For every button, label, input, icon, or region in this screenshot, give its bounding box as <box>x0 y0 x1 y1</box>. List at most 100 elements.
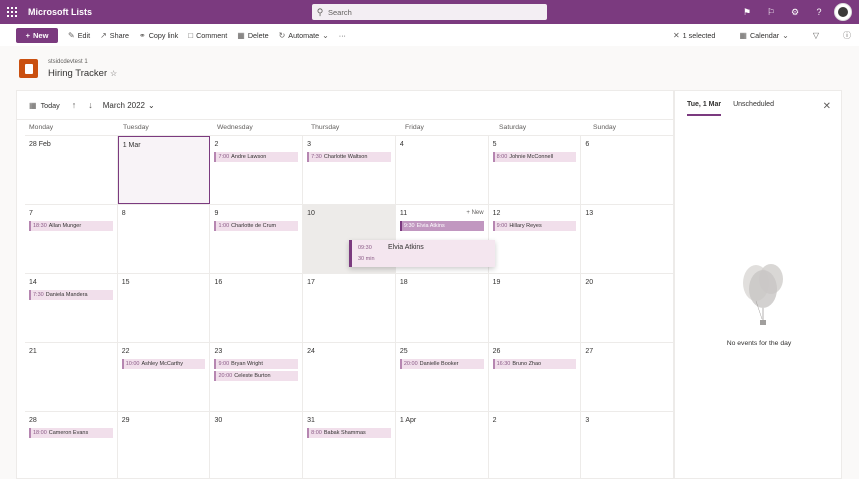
calendar-day-cell[interactable]: 1 Apr <box>396 412 489 478</box>
settings-gear-icon[interactable]: ⚙ <box>783 0 807 24</box>
new-button[interactable]: + New <box>16 27 58 43</box>
calendar-day-cell[interactable]: 23 9:00 Bryan Wright 20:00 Celeste Burton <box>210 343 304 411</box>
calendar-event[interactable]: 7:30 Daniela Mandera <box>29 290 113 300</box>
automate-button[interactable]: ↻ Automate ⌄ <box>279 31 329 40</box>
event-time: 16:30 <box>496 361 511 367</box>
tab-selected-day[interactable]: Tue, 1 Mar <box>687 101 722 116</box>
flag-icon[interactable]: ⚐ <box>759 0 783 24</box>
filter-button[interactable]: ▽ <box>813 31 819 40</box>
calendar-week-row: 14 7:30 Daniela Mandera 15 16 17 18 19 20 <box>25 273 673 342</box>
calendar-event[interactable]: 9:00 Hillary Reyes <box>492 221 577 231</box>
event-time: 1:00 <box>218 223 230 229</box>
calendar-day-cell[interactable]: 31 8:00 Babak Shammas <box>303 412 396 478</box>
calendar-event[interactable]: 18:00 Cameron Evans <box>29 428 113 438</box>
help-icon[interactable]: ? <box>807 0 831 24</box>
calendar-day-cell[interactable]: 9 1:00 Charlotte de Crum <box>210 205 304 273</box>
day-number: 31 <box>307 417 315 424</box>
event-drag-preview[interactable]: 09:30 30 min Elvia Atkins <box>349 240 495 267</box>
copy-link-button[interactable]: ⚭ Copy link <box>139 31 178 40</box>
search-box[interactable]: ⚲ Search <box>312 4 547 20</box>
event-name: Allan Munger <box>48 223 82 229</box>
calendar-event[interactable]: 20:00 Danielle Booker <box>399 359 484 369</box>
search-input[interactable]: Search <box>328 8 352 17</box>
day-number: 9 <box>214 210 219 217</box>
calendar-day-cell[interactable]: 3 7:30 Charlotte Waltson <box>303 136 396 204</box>
page-scrollbar[interactable] <box>842 90 859 479</box>
site-name[interactable]: stsidcdevtest 1 <box>48 59 88 65</box>
calendar-day-cell[interactable]: 12 9:00 Hillary Reyes <box>489 205 582 273</box>
month-selector[interactable]: March 2022 ⌄ <box>103 101 155 110</box>
calendar-event[interactable]: 8:00 Babak Shammas <box>307 428 391 438</box>
calendar-event[interactable]: 20:00 Celeste Burton <box>214 371 299 381</box>
event-time: 8:00 <box>496 154 508 160</box>
app-title[interactable]: Microsoft Lists <box>28 7 92 17</box>
calendar-day-cell[interactable]: 29 <box>118 412 211 478</box>
calendar-day-cell[interactable]: 14 7:30 Daniela Mandera <box>25 274 118 342</box>
calendar-day-cell[interactable]: 3 <box>581 412 673 478</box>
tab-unscheduled[interactable]: Unscheduled <box>733 101 774 116</box>
weekday-header: Sunday <box>581 119 673 135</box>
day-number: 19 <box>492 279 501 286</box>
calendar-day-cell[interactable]: 30 <box>210 412 304 478</box>
calendar-day-cell[interactable]: 27 <box>581 343 673 411</box>
calendar-day-cell[interactable]: 16 <box>210 274 304 342</box>
calendar-event[interactable]: 7:30 Charlotte Waltson <box>307 152 391 162</box>
calendar-day-cell[interactable]: 7 18:30 Allan Munger <box>25 205 118 273</box>
view-label: Calendar <box>749 30 780 40</box>
calendar-day-cell[interactable]: 19 <box>489 274 582 342</box>
calendar-event[interactable]: 16:30 Bruno Zhao <box>492 359 577 369</box>
delete-button[interactable]: ▦ Delete <box>237 31 268 40</box>
calendar-event[interactable]: 7:00 Andre Lawson <box>214 152 299 162</box>
feedback-icon[interactable]: ⚑ <box>735 0 759 24</box>
clear-selection-button[interactable]: ✕ 1 selected <box>673 31 715 40</box>
plus-icon: + <box>25 30 30 40</box>
next-month-arrow-icon[interactable]: ↓ <box>88 100 93 110</box>
calendar-event[interactable]: 1:00 Charlotte de Crum <box>214 221 299 231</box>
calendar-day-cell[interactable]: 2 7:00 Andre Lawson <box>210 136 304 204</box>
calendar-event[interactable]: 9:30 Elvia Atkins <box>399 221 484 231</box>
calendar-day-cell[interactable]: 28 18:00 Cameron Evans <box>25 412 118 478</box>
app-launcher-icon[interactable] <box>0 0 24 24</box>
avatar[interactable] <box>834 3 852 21</box>
event-time: 7:30 <box>33 292 44 298</box>
favorite-star-icon[interactable]: ☆ <box>110 69 117 78</box>
more-button[interactable]: ··· <box>339 31 346 40</box>
calendar-day-cell[interactable]: 8 <box>118 205 211 273</box>
calendar-day-cell[interactable]: 28 Feb <box>25 136 118 204</box>
calendar-day-cell[interactable]: 13 <box>581 205 673 273</box>
calendar-day-cell[interactable]: 1 Mar <box>117 136 211 204</box>
info-button[interactable]: ⓘ <box>843 30 851 41</box>
calendar-day-cell[interactable]: 25 20:00 Danielle Booker <box>396 343 489 411</box>
calendar-day-cell[interactable]: 21 <box>25 343 118 411</box>
calendar-day-cell[interactable]: 26 16:30 Bruno Zhao <box>489 343 582 411</box>
day-number: 28 Feb <box>29 141 51 148</box>
calendar-day-cell[interactable]: 18 <box>396 274 489 342</box>
day-number: 7 <box>29 210 33 217</box>
calendar-event[interactable]: 18:30 Allan Munger <box>29 221 113 231</box>
event-time: 8:00 <box>311 430 322 436</box>
edit-button[interactable]: ✎ Edit <box>68 31 90 40</box>
calendar-day-cell[interactable]: 22 10:00 Ashley McCarthy <box>118 343 211 411</box>
previous-month-arrow-icon[interactable]: ↑ <box>72 100 77 110</box>
calendar-event[interactable]: 8:00 Johnie McConnell <box>492 152 577 162</box>
calendar-day-cell[interactable]: 17 <box>303 274 396 342</box>
view-switcher[interactable]: ▦ Calendar ⌄ <box>739 31 788 40</box>
comment-button[interactable]: □ Comment <box>188 31 227 40</box>
today-button[interactable]: ▦ Today <box>29 101 60 110</box>
calendar-day-cell[interactable]: 15 <box>118 274 211 342</box>
calendar-day-cell[interactable]: 20 <box>581 274 673 342</box>
calendar-day-cell[interactable]: 24 <box>303 343 396 411</box>
calendar-day-cell[interactable]: 4 <box>396 136 489 204</box>
day-number: 23 <box>214 348 223 355</box>
event-name: Elvia Atkins <box>416 223 445 229</box>
day-number: 27 <box>585 348 594 355</box>
calendar-day-cell[interactable]: 2 <box>489 412 582 478</box>
add-event-link[interactable]: + New <box>466 210 483 216</box>
calendar-day-cell[interactable]: 6 <box>581 136 673 204</box>
calendar-day-cell[interactable]: 5 8:00 Johnie McConnell <box>489 136 582 204</box>
close-panel-icon[interactable]: ✕ <box>823 101 831 112</box>
calendar-event[interactable]: 10:00 Ashley McCarthy <box>121 359 206 369</box>
calendar-event[interactable]: 9:00 Bryan Wright <box>214 359 299 369</box>
day-number: 3 <box>307 141 312 148</box>
share-button[interactable]: ↗ Share <box>100 31 129 40</box>
